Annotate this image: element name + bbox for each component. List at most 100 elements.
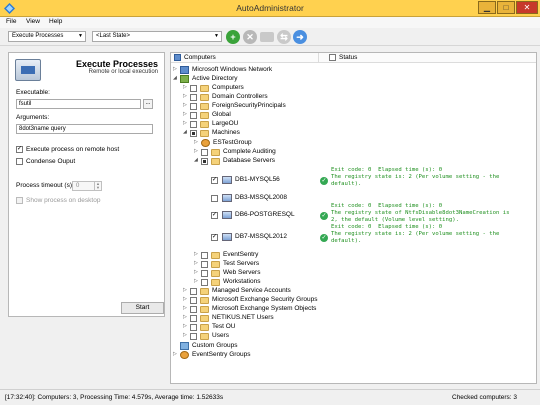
tree-node-db3[interactable]: DB3-MSSQL2008 — [211, 194, 321, 203]
expand-icon[interactable]: ▷ — [194, 260, 199, 266]
tree-checkbox[interactable] — [190, 112, 197, 119]
expand-icon[interactable]: ▷ — [183, 102, 188, 108]
expand-icon[interactable]: ▷ — [194, 278, 199, 284]
tree-node-estest[interactable]: ▷ ESTestGroup — [192, 139, 342, 148]
tree-checkbox[interactable] — [201, 149, 208, 156]
tree-node-webservers[interactable]: ▷ Web Servers — [192, 269, 342, 278]
collapse-icon[interactable]: ◢ — [183, 129, 188, 135]
expand-icon[interactable]: ▷ — [173, 66, 178, 72]
expand-icon[interactable]: ▷ — [183, 332, 188, 338]
expand-icon[interactable]: ▷ — [183, 323, 188, 329]
tree-node-largeou[interactable]: ▷ LargeOU — [181, 120, 331, 129]
show-desktop-checkbox[interactable] — [16, 197, 23, 204]
menu-view[interactable]: View — [26, 18, 40, 25]
tree-checkbox[interactable] — [190, 85, 197, 92]
maximize-button[interactable]: □ — [497, 1, 515, 14]
tree-node-dc[interactable]: ▷ Domain Controllers — [181, 93, 331, 102]
add-icon[interactable]: + — [226, 30, 240, 44]
tree-node-dbservers[interactable]: ◢ Database Servers — [192, 157, 342, 166]
expand-icon[interactable]: ▷ — [194, 139, 199, 145]
tree-node-mwn[interactable]: ▷ Microsoft Windows Network — [171, 66, 321, 75]
expand-icon[interactable]: ▷ — [194, 148, 199, 154]
tree-checkbox[interactable] — [201, 252, 208, 259]
tree-label: Microsoft Exchange System Objects — [212, 305, 317, 312]
collapse-icon[interactable]: ◢ — [173, 75, 178, 81]
collapse-icon[interactable]: ◢ — [194, 157, 199, 163]
expand-icon[interactable]: ▷ — [183, 120, 188, 126]
tree-node-db1[interactable]: ✓ DB1-MYSQL56 — [211, 176, 321, 185]
expand-icon[interactable]: ▷ — [194, 269, 199, 275]
expand-icon[interactable]: ▷ — [183, 296, 188, 302]
tree-checkbox[interactable] — [190, 288, 197, 295]
tree-node-machines[interactable]: ◢ Machines — [181, 129, 331, 138]
tree-checkbox[interactable] — [211, 195, 218, 202]
tree-node-complete[interactable]: ▷ Complete Auditing — [192, 148, 342, 157]
tree-node-fsp[interactable]: ▷ ForeignSecurityPrincipals — [181, 102, 331, 111]
close-button[interactable]: ✕ — [516, 1, 538, 14]
tree-node-db6[interactable]: ✓ DB6-POSTGRESQL — [211, 211, 321, 220]
folder-icon — [200, 121, 209, 128]
forward-icon[interactable]: ➜ — [293, 30, 307, 44]
tree-node-esgroups[interactable]: ▷ EventSentry Groups — [171, 351, 321, 360]
expand-icon[interactable]: ▷ — [194, 251, 199, 257]
tree-checkbox[interactable] — [190, 94, 197, 101]
tree-checkbox[interactable] — [201, 158, 208, 165]
expand-icon[interactable]: ▷ — [183, 93, 188, 99]
tree-node-netikus[interactable]: ▷ NETIKUS.NET Users — [181, 314, 331, 323]
tree-node-testservers[interactable]: ▷ Test Servers — [192, 260, 342, 269]
tree-node-msa[interactable]: ▷ Managed Service Accounts — [181, 287, 331, 296]
tree-checkbox[interactable] — [201, 270, 208, 277]
tree-node-mesg[interactable]: ▷ Microsoft Exchange Security Groups — [181, 296, 331, 305]
menu-help[interactable]: Help — [49, 18, 62, 25]
tree-node-global[interactable]: ▷ Global — [181, 111, 331, 120]
minimize-button[interactable]: ▁ — [478, 1, 496, 14]
start-button[interactable]: Start — [121, 302, 164, 314]
tree-node-eventsentry[interactable]: ▷ EventSentry — [192, 251, 342, 260]
tree-node-workstations[interactable]: ▷ Workstations — [192, 278, 342, 287]
condense-output-checkbox[interactable] — [16, 158, 23, 165]
tree-checkbox[interactable] — [190, 306, 197, 313]
status-bar: [17:32:40]: Computers: 3, Processing Tim… — [0, 389, 540, 405]
menu-file[interactable]: File — [6, 18, 16, 25]
tree-checkbox[interactable]: ✓ — [211, 234, 218, 241]
executable-field[interactable]: fsutil — [16, 99, 141, 109]
tree-checkbox[interactable] — [190, 121, 197, 128]
computers-column-header[interactable]: Computers — [184, 54, 216, 61]
tree-node-computers[interactable]: ▷ Computers — [181, 84, 331, 93]
tree-checkbox[interactable] — [190, 315, 197, 322]
folder-icon — [200, 333, 209, 340]
status-column-header[interactable]: Status — [339, 54, 357, 61]
execute-remote-checkbox[interactable]: ✓ — [16, 146, 23, 153]
expand-icon[interactable]: ▷ — [183, 305, 188, 311]
save-icon[interactable] — [260, 32, 274, 42]
show-desktop-label: Show process on desktop — [26, 197, 101, 204]
state-select[interactable]: <Last State> ▼ — [92, 31, 222, 42]
tree-node-ad[interactable]: ◢ Active Directory — [171, 75, 321, 84]
spin-arrows-icon[interactable]: ▲ ▼ — [94, 182, 101, 190]
tree-node-testou[interactable]: ▷ Test OU — [181, 323, 331, 332]
tree-checkbox[interactable] — [190, 297, 197, 304]
tree-checkbox[interactable]: ✓ — [211, 212, 218, 219]
arguments-field[interactable]: 8dot3name query — [16, 124, 153, 134]
expand-icon[interactable]: ▷ — [183, 287, 188, 293]
expand-icon[interactable]: ▷ — [183, 84, 188, 90]
tree-node-customgroups[interactable]: Custom Groups — [171, 342, 321, 351]
expand-icon[interactable]: ▷ — [173, 351, 178, 357]
tree-checkbox[interactable] — [190, 130, 197, 137]
tree-checkbox[interactable] — [201, 279, 208, 286]
expand-icon[interactable]: ▷ — [183, 314, 188, 320]
action-select[interactable]: Execute Processes ▼ — [8, 31, 86, 42]
remove-icon[interactable]: ✕ — [243, 30, 257, 44]
tree-checkbox[interactable] — [190, 333, 197, 340]
browse-button[interactable]: ... — [143, 99, 153, 109]
tree-checkbox[interactable] — [190, 324, 197, 331]
tree-node-meso[interactable]: ▷ Microsoft Exchange System Objects — [181, 305, 331, 314]
tree-node-db7[interactable]: ✓ DB7-MSSQL2012 — [211, 233, 321, 242]
tree-checkbox[interactable] — [201, 261, 208, 268]
refresh-icon[interactable]: ⇆ — [277, 30, 291, 44]
tree-node-users[interactable]: ▷ Users — [181, 332, 331, 341]
tree-checkbox[interactable]: ✓ — [211, 177, 218, 184]
tree-checkbox[interactable] — [190, 103, 197, 110]
expand-icon[interactable]: ▷ — [183, 111, 188, 117]
timeout-stepper[interactable]: 0 ▲ ▼ — [72, 181, 102, 191]
